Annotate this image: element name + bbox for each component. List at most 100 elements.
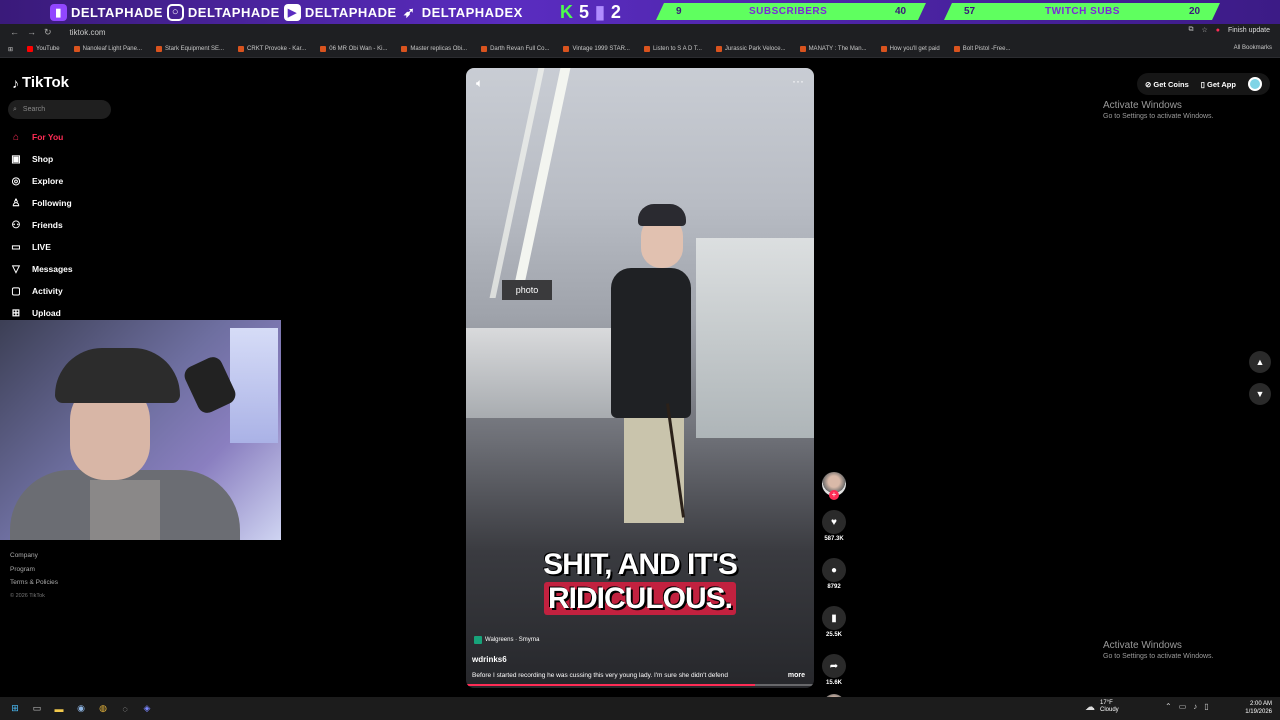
save-button[interactable]: ▮ <box>822 606 846 630</box>
bookmark-item[interactable]: Bolt Pistol -Free... <box>953 46 1010 52</box>
subscribers-goal-bar: 9 SUBSCRIBERS 40 <box>656 3 926 20</box>
twitter-handle: ➶ DELTAPHADEX <box>401 4 523 21</box>
bookmark-favicon-icon <box>563 46 570 52</box>
home-icon: ⌂ <box>12 131 20 143</box>
sidebar-item-following[interactable]: ♙ Following <box>10 192 73 214</box>
clock[interactable]: 2:00 AM 1/19/2026 <box>1245 700 1272 716</box>
twitch-logo-icon: ▮ <box>595 2 605 22</box>
url-field[interactable]: tiktok.com <box>70 28 106 37</box>
sidebar-item-explore[interactable]: ◎ Explore <box>10 170 73 192</box>
comment-count: 8792 <box>827 584 841 590</box>
photo-sign: photo <box>502 280 552 300</box>
battery-icon[interactable]: ▯ <box>1204 702 1208 711</box>
share-icon: ➦ <box>829 660 839 672</box>
sidebar-item-messages[interactable]: ▽ Messages <box>10 258 73 280</box>
bookmark-favicon-icon <box>156 46 162 52</box>
task-view-icon[interactable]: ▭ <box>30 702 44 716</box>
footer-company[interactable]: Company <box>10 549 58 563</box>
activity-icon: ▢ <box>11 285 21 297</box>
bookmark-favicon-icon <box>643 46 650 52</box>
obs-icon[interactable]: ◌ <box>118 702 132 716</box>
twitch-subs-goal-bar: 57 TWITCH SUBS 20 <box>944 3 1220 20</box>
like-button[interactable]: ♥ <box>822 510 846 534</box>
bookmark-favicon-icon <box>715 46 722 52</box>
profile-icon[interactable]: ● <box>1216 27 1220 34</box>
get-app-button[interactable]: ▯ Get App <box>1201 80 1236 89</box>
follow-plus-icon[interactable]: + <box>829 490 839 500</box>
video-progress-bar[interactable] <box>466 684 814 686</box>
volume-icon[interactable]: 🔈︎ <box>476 76 483 91</box>
apps-icon[interactable]: ⊞ <box>8 46 13 53</box>
man-torso <box>611 268 691 418</box>
reload-icon[interactable]: ↻ <box>44 27 52 38</box>
previous-video-button[interactable]: ▲ <box>1249 351 1271 373</box>
video-description: Before I started recording he was cussin… <box>472 672 728 679</box>
bookmark-item[interactable]: Darth Revan Full Co... <box>481 46 549 52</box>
sidebar-item-for-you[interactable]: ⌂ For You <box>10 126 73 148</box>
bookmark-item[interactable]: 06 MR Obi Wan - Ki... <box>320 46 387 52</box>
relaunch-button[interactable]: Finish update <box>1228 27 1270 34</box>
bookmarks-bar: ⊞ YouTube Nanoleaf Light Pane... Stark Equ… <box>0 41 1280 58</box>
more-options-icon[interactable]: ··· <box>792 74 804 88</box>
twitter-bird-icon: ➶ <box>403 3 416 20</box>
back-icon[interactable]: ← <box>10 27 19 38</box>
sidebar-item-shop[interactable]: ▣ Shop <box>10 148 73 170</box>
volume-tray-icon[interactable]: ♪ <box>1193 702 1197 711</box>
bookmark-item[interactable]: Listen to S A D T... <box>643 46 702 52</box>
bookmark-item[interactable]: Vintage 1999 STAR... <box>563 46 630 52</box>
file-explorer-icon[interactable]: ▬ <box>52 702 66 716</box>
footer-terms[interactable]: Terms & Policies <box>10 576 58 590</box>
get-coins-button[interactable]: ⊘ Get Coins <box>1145 80 1189 89</box>
stream-overlay: ▮ DELTAPHADE ○ DELTAPHADE ▶ DELTAPHADE ➶ DEL… <box>0 0 1280 24</box>
search-input[interactable]: ⌕ Search <box>8 100 111 119</box>
chrome-icon[interactable]: ◍ <box>96 702 110 716</box>
video-author[interactable]: wdrinks6 <box>472 655 507 664</box>
tiktok-logo[interactable]: ♪ TikTok <box>12 74 69 91</box>
share-button[interactable]: ➦ <box>822 654 846 678</box>
sidebar-nav: ⌂ For You ▣ Shop ◎ Explore ♙ Following ⚇ Friends ▭… <box>10 126 73 324</box>
cam-window <box>230 328 278 443</box>
profile-avatar[interactable] <box>1247 77 1262 91</box>
friends-icon: ⚇ <box>11 219 21 231</box>
creator-avatar[interactable]: + <box>822 472 846 500</box>
steam-icon[interactable]: ◉ <box>74 702 88 716</box>
sidebar-item-friends[interactable]: ⚇ Friends <box>10 214 73 236</box>
like-count: 587.3K <box>824 536 844 542</box>
bookmark-item[interactable]: Jurassic Park Veloce... <box>715 46 786 52</box>
all-bookmarks-button[interactable]: All Bookmarks <box>1234 45 1272 51</box>
bookmark-item[interactable]: Nanoleaf Light Pane... <box>73 46 142 52</box>
youtube-handle: ▶ DELTAPHADE <box>283 3 397 21</box>
bookmark-item[interactable]: YouTube <box>27 46 60 52</box>
comment-button[interactable]: ● <box>822 558 846 582</box>
network-icon[interactable]: ▭ <box>1179 702 1187 711</box>
twitch-handle: ▮ DELTAPHADE <box>50 3 163 21</box>
video-player[interactable]: photo 🔈︎ ··· SHIT, AND IT'S RIDICULOUS. … <box>466 68 814 688</box>
bookmark-item[interactable]: How you'll get paid <box>880 46 940 52</box>
sidebar-item-activity[interactable]: ▢ Activity <box>10 280 73 302</box>
bookmark-item[interactable]: Stark Equipment SE... <box>156 46 224 52</box>
discord-icon[interactable]: ◈ <box>140 702 154 716</box>
bookmark-item[interactable]: Master replicas Obi... <box>401 46 467 52</box>
search-placeholder: Search <box>22 106 46 113</box>
location-tag[interactable]: Walgreens · Smyrna <box>474 636 539 644</box>
weather-widget[interactable]: ☁ 17°F Cloudy <box>1085 700 1119 714</box>
heart-icon: ♥ <box>831 516 837 528</box>
top-actions: ⊘ Get Coins ▯ Get App <box>1137 73 1270 95</box>
bookmark-favicon-icon <box>481 46 488 52</box>
footer-program[interactable]: Program <box>10 563 58 577</box>
sidebar-item-live[interactable]: ▭ LIVE <box>10 236 73 258</box>
bookmark-item[interactable]: MANATY : The Man... <box>799 46 867 52</box>
more-link[interactable]: more <box>788 672 805 679</box>
extensions-icon[interactable]: ⧉ <box>1188 26 1193 34</box>
taskbar-apps: ⊞ ▭ ▬ ◉ ◍ ◌ ◈ <box>0 702 154 716</box>
forward-icon[interactable]: → <box>27 27 36 38</box>
live-icon: ▭ <box>11 241 21 253</box>
bookmark-star-icon[interactable]: ☆ <box>1201 26 1207 34</box>
tray-chevron-icon[interactable]: ⌃ <box>1165 702 1172 711</box>
bookmark-item[interactable]: CRKT Provoke - Kar... <box>238 46 306 52</box>
windows-start-icon[interactable]: ⊞ <box>8 702 22 716</box>
next-video-button[interactable]: ▼ <box>1249 383 1271 405</box>
action-rail: + ♥ 587.3K ● 8792 ▮ 25.5K ➦ 15.6K <box>822 472 846 716</box>
instagram-handle: ○ DELTAPHADE <box>166 3 280 21</box>
upload-icon: ⊞ <box>11 307 21 319</box>
